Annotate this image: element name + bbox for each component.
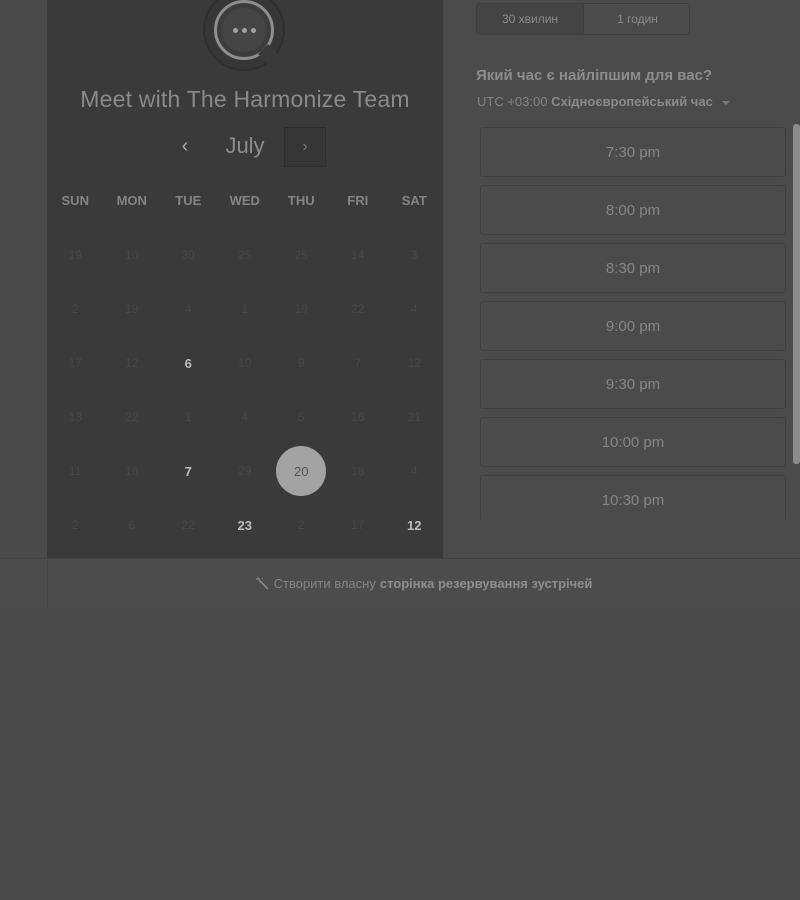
chat-bubble-icon	[214, 0, 274, 60]
weekday-thu: THU	[287, 193, 315, 208]
time-slot-button[interactable]: 7:30 pm	[480, 127, 786, 177]
calendar-day: 14	[351, 248, 365, 262]
weekday-tue: TUE	[175, 193, 202, 208]
calendar-day: 22	[181, 518, 195, 532]
calendar-days-grid: 19 10 30 25 25 14 3 2 19 4 1 19 22 4 17 12 6 10 9 7 12 13 22 1 4…	[47, 228, 443, 552]
month-label: July	[225, 133, 265, 158]
time-slot-button[interactable]: 10:30 pm	[480, 475, 786, 519]
calendar-day: 16	[351, 410, 365, 424]
calendar-day: 19	[294, 302, 308, 316]
calendar-day: 1	[184, 410, 192, 424]
footer-prefix: Створити власну	[273, 575, 376, 591]
calendar-day-available[interactable]: 6	[160, 336, 217, 390]
calendar-day: 4	[241, 410, 249, 424]
calendar-day: 19	[125, 302, 139, 316]
timezone-selector[interactable]: UTC +03:00 Східноєвропейський час	[477, 94, 777, 109]
time-question: Який час є найліпшим для вас?	[476, 67, 713, 84]
time-slot-button[interactable]: 10:00 pm	[480, 417, 786, 467]
calendar-day: 16	[125, 464, 139, 478]
calendar-day: 29	[238, 464, 252, 478]
weekday-mon: MON	[116, 193, 147, 208]
calendar-day: 19	[68, 248, 82, 262]
calendar-day: 21	[407, 410, 421, 424]
calendar-day: 13	[68, 410, 82, 424]
caret-down-icon	[722, 100, 731, 105]
calendar-day-available[interactable]: 12	[386, 498, 443, 552]
calendar-day: 11	[69, 464, 82, 478]
calendar-day: 25	[294, 248, 308, 262]
calendar-day: 25	[238, 248, 252, 262]
calendar-day: 30	[181, 248, 195, 262]
calendar-day: 5	[297, 410, 305, 424]
calendar-day-selected[interactable]: 20	[273, 444, 330, 498]
duration-toggle: 30 хвилин 1 годин	[476, 3, 690, 35]
duration-30min-button[interactable]: 30 хвилин	[477, 4, 584, 34]
calendar-day: 9	[297, 356, 305, 370]
calendar-day: 2	[297, 518, 305, 532]
weekday-fri: FRI	[347, 193, 369, 208]
weekday-sat: SAT	[401, 193, 427, 208]
calendar-day: 3	[410, 248, 418, 262]
calendar-day: 12	[407, 356, 421, 370]
calendar-day: 4	[410, 464, 418, 478]
timezone-name: Східноєвропейський час	[551, 94, 713, 109]
weekday-header: SUN MON TUE WED THU FRI SAT	[47, 193, 443, 211]
prev-month-button[interactable]: ‹	[174, 133, 196, 161]
calendar-day: 22	[351, 302, 365, 316]
calendar-day: 6	[128, 518, 136, 532]
calendar-day: 17	[68, 356, 82, 370]
calendar-day: 12	[125, 356, 139, 370]
meeting-title: Meet with The Harmonize Team	[80, 86, 410, 112]
footer-link[interactable]: Створити власну сторінка резервування зу…	[47, 558, 800, 608]
time-slot-button[interactable]: 9:00 pm	[480, 301, 786, 351]
calendar-day: 18	[351, 464, 365, 478]
weekday-wed: WED	[229, 193, 260, 208]
time-slot-button[interactable]: 8:30 pm	[480, 243, 786, 293]
time-slot-list: 7:30 pm 8:00 pm 8:30 pm 9:00 pm 9:30 pm 10:00…	[480, 127, 786, 519]
calendar-day: 1	[241, 302, 249, 316]
calendar-day: 10	[125, 248, 139, 262]
next-month-button[interactable]: ›	[284, 127, 326, 167]
left-edge	[0, 0, 47, 608]
calendar-day: 4	[184, 302, 192, 316]
calendar-day: 22	[125, 410, 139, 424]
calendar-day: 10	[238, 356, 252, 370]
weekday-sun: SUN	[61, 193, 89, 208]
magic-wand-icon	[255, 577, 269, 590]
calendar-day: 7	[354, 356, 362, 370]
calendar-day: 4	[410, 302, 418, 316]
time-slot-button[interactable]: 9:30 pm	[480, 359, 786, 409]
timezone-offset: UTC +03:00	[477, 94, 548, 109]
calendar-day: 2	[71, 518, 79, 532]
calendar-day: 17	[351, 518, 365, 532]
slots-scrollbar[interactable]	[793, 124, 800, 464]
calendar-day: 2	[71, 302, 79, 316]
calendar-day-available[interactable]: 23	[217, 498, 274, 552]
duration-1hour-button[interactable]: 1 годин	[584, 4, 689, 34]
calendar-day-available[interactable]: 7	[160, 444, 217, 498]
footer-bold-text: сторінка резервування зустрічей	[379, 575, 593, 591]
time-slot-button[interactable]: 8:00 pm	[480, 185, 786, 235]
